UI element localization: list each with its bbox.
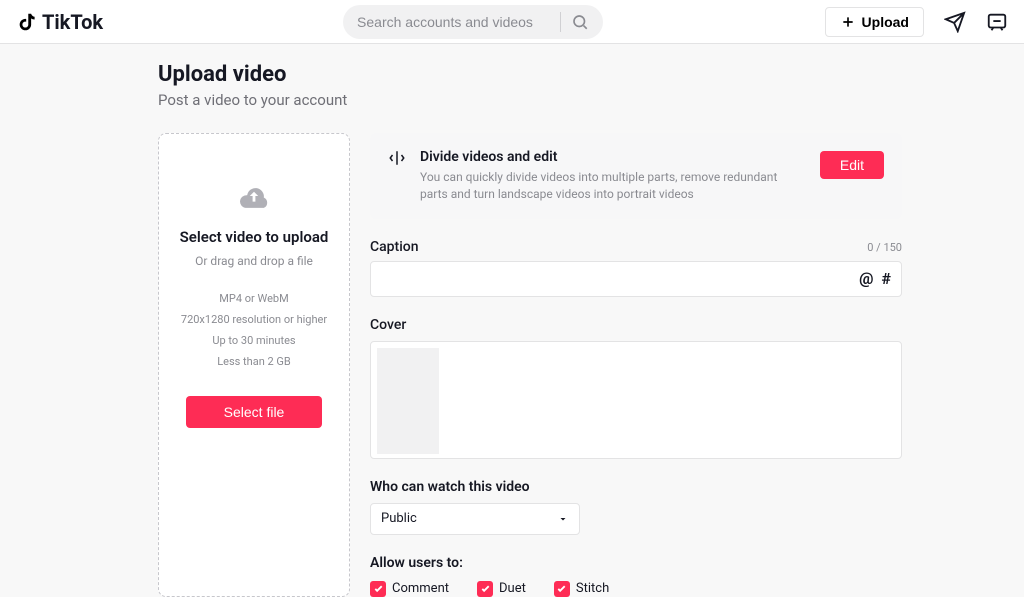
search-icon[interactable] [571, 13, 589, 31]
select-file-button[interactable]: Select file [186, 396, 322, 428]
mention-icon[interactable]: @ [859, 269, 873, 288]
check-icon [480, 583, 491, 594]
upload-title: Select video to upload [180, 228, 329, 246]
checkbox-box[interactable] [477, 581, 493, 597]
checkbox-comment[interactable]: Comment [370, 581, 449, 597]
caption-input[interactable] [381, 271, 859, 287]
tiktok-icon [16, 11, 38, 33]
brand-name: TikTok [42, 10, 103, 34]
divide-title: Divide videos and edit [420, 149, 806, 165]
caption-count: 0 / 150 [867, 241, 902, 254]
checkbox-label: Comment [392, 581, 449, 596]
cover-label: Cover [370, 317, 902, 333]
search-input[interactable] [357, 14, 550, 30]
main-row: Select video to upload Or drag and drop … [158, 133, 1024, 597]
divide-body: Divide videos and edit You can quickly d… [420, 149, 806, 203]
check-icon [556, 583, 567, 594]
cover-thumbnail[interactable] [377, 348, 439, 454]
privacy-selected: Public [381, 511, 417, 526]
allow-row: Comment Duet Stitch [370, 581, 902, 597]
upload-subtitle: Or drag and drop a file [195, 254, 313, 268]
search-bar[interactable] [343, 5, 603, 39]
cloud-upload-icon [237, 182, 271, 210]
search-divider [560, 12, 561, 32]
caption-label: Caption [370, 239, 419, 255]
page-title: Upload video [158, 62, 1024, 87]
hint-size: Less than 2 GB [181, 355, 327, 368]
check-icon [373, 583, 384, 594]
upload-dropzone[interactable]: Select video to upload Or drag and drop … [158, 133, 350, 597]
page-subtitle: Post a video to your account [158, 91, 1024, 109]
checkbox-box[interactable] [370, 581, 386, 597]
split-icon [388, 149, 406, 167]
upload-hints: MP4 or WebM 720x1280 resolution or highe… [181, 292, 327, 368]
chevron-down-icon [557, 513, 569, 525]
hint-resolution: 720x1280 resolution or higher [181, 313, 327, 326]
header-right: Upload [825, 7, 1008, 37]
hint-format: MP4 or WebM [181, 292, 327, 305]
edit-button[interactable]: Edit [820, 151, 884, 179]
inbox-icon[interactable] [986, 11, 1008, 33]
caption-icons: @ # [859, 269, 891, 288]
logo[interactable]: TikTok [16, 10, 103, 34]
checkbox-label: Duet [499, 581, 526, 596]
right-column: Divide videos and edit You can quickly d… [370, 133, 902, 597]
privacy-label: Who can watch this video [370, 479, 902, 495]
plus-icon [840, 14, 856, 30]
checkbox-box[interactable] [554, 581, 570, 597]
cover-box[interactable] [370, 341, 902, 459]
privacy-select[interactable]: Public [370, 503, 580, 535]
checkbox-stitch[interactable]: Stitch [554, 581, 609, 597]
divide-card: Divide videos and edit You can quickly d… [370, 133, 902, 219]
checkbox-label: Stitch [576, 581, 609, 596]
caption-field[interactable]: @ # [370, 261, 902, 297]
divide-description: You can quickly divide videos into multi… [420, 169, 780, 203]
caption-header: Caption 0 / 150 [370, 239, 902, 255]
upload-button[interactable]: Upload [825, 7, 924, 37]
send-icon[interactable] [944, 11, 966, 33]
header: TikTok Upload [0, 0, 1024, 44]
checkbox-duet[interactable]: Duet [477, 581, 526, 597]
hint-duration: Up to 30 minutes [181, 334, 327, 347]
hashtag-icon[interactable]: # [882, 269, 891, 288]
allow-label: Allow users to: [370, 555, 902, 571]
upload-label: Upload [862, 14, 909, 30]
content: Upload video Post a video to your accoun… [0, 44, 1024, 597]
